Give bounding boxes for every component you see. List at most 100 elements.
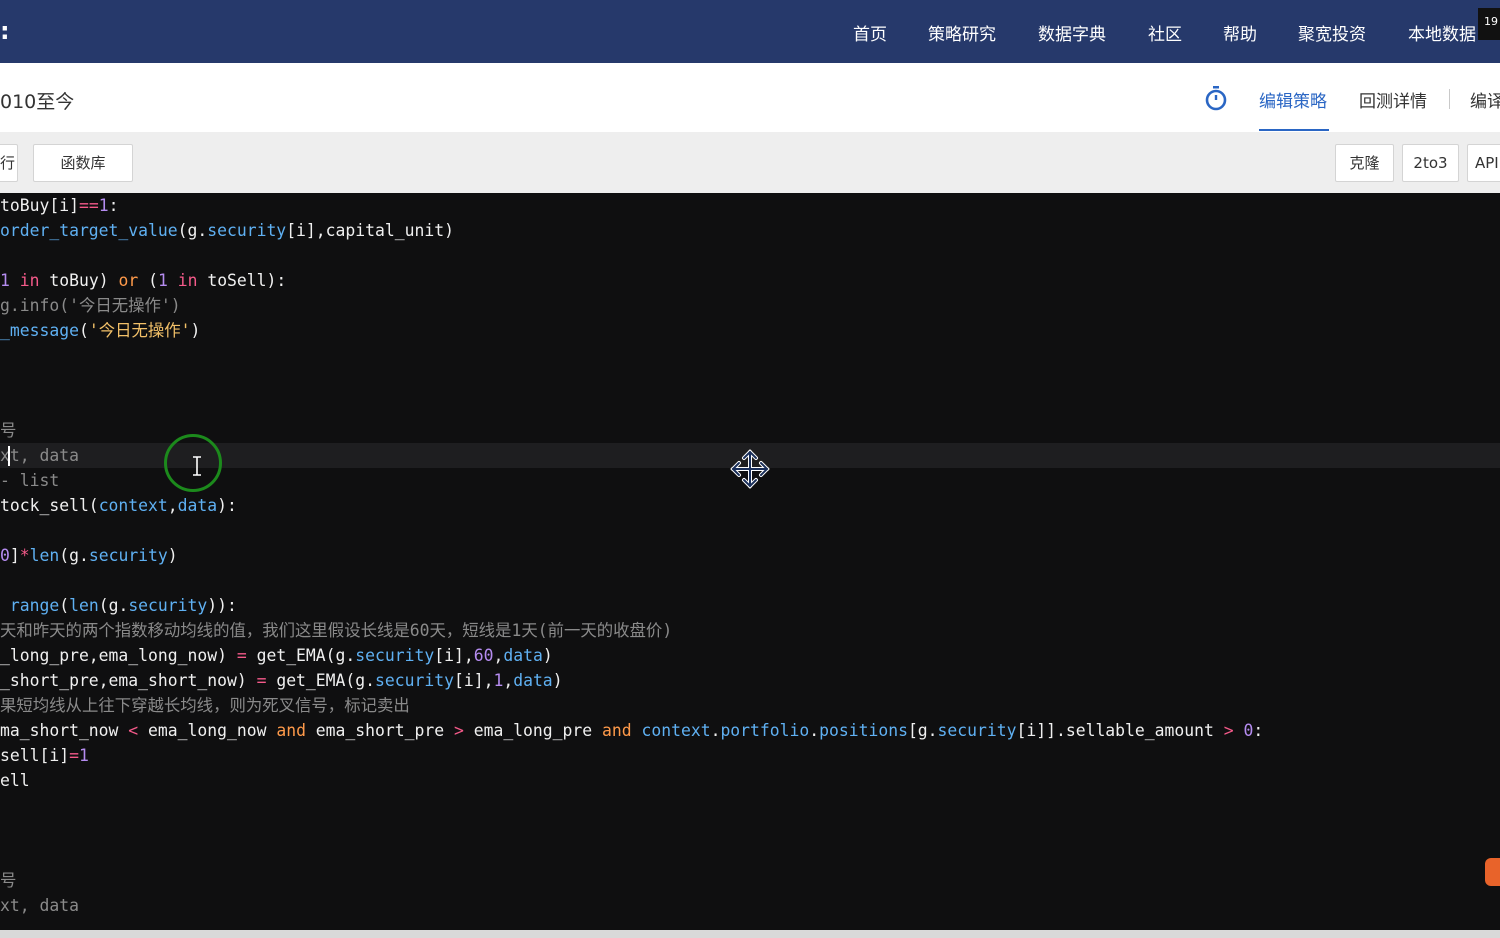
code-token: positions — [819, 721, 908, 740]
code-token: (g. — [59, 546, 89, 565]
code-token: xt, data — [0, 446, 79, 465]
logo[interactable]: : — [0, 17, 10, 45]
code-token: [i], — [453, 671, 494, 690]
code-token: : — [108, 196, 119, 215]
code-line: xt, data — [0, 443, 79, 468]
code-editor[interactable]: toBuy[i]==1: order_target_value(g.securit… — [0, 193, 1500, 930]
tab-backtest-details[interactable]: 回测详情 — [1359, 87, 1427, 112]
code-token: security — [937, 721, 1017, 740]
code-token: 1 — [157, 271, 178, 290]
code-token: ): — [217, 496, 237, 515]
code-token: ema_long_now — [138, 721, 277, 740]
code-token: security — [207, 221, 287, 240]
code-token: = — [256, 671, 267, 690]
code-line: range(len(g.security)): — [0, 593, 237, 618]
code-token: ] — [9, 546, 20, 565]
code-line: sell[i]=1 — [0, 743, 89, 768]
code-token: ( — [138, 271, 158, 290]
code-token: - list — [0, 471, 60, 490]
code-line: 天和昨天的两个指数移动均线的值，我们这里假设长线是60天，短线是1天(前一天的收… — [0, 618, 672, 643]
code-token: in — [19, 271, 40, 290]
code-token: : — [1253, 721, 1264, 740]
code-token: ell — [0, 771, 30, 790]
strategy-title: 010至今 — [0, 91, 75, 113]
code-token: ( — [78, 321, 89, 340]
api-button[interactable]: API — [1467, 144, 1500, 182]
code-token: '今日无操作' — [88, 321, 191, 340]
code-token: 0 — [1243, 721, 1254, 740]
code-token: 0 — [0, 546, 10, 565]
code-token: ) — [190, 321, 201, 340]
tab-edit-strategy[interactable]: 编辑策略 — [1259, 87, 1327, 112]
code-token: , — [503, 671, 514, 690]
clone-button[interactable]: 克隆 — [1335, 144, 1394, 182]
code-token: < — [128, 721, 139, 740]
code-line: order_target_value(g.security[i],capital… — [0, 218, 454, 243]
nav-strategy-research[interactable]: 策略研究 — [928, 20, 996, 45]
code-line: _long_pre,ema_long_now) = get_EMA(g.secu… — [0, 643, 553, 668]
nav-joinquant-invest[interactable]: 聚宽投资 — [1298, 20, 1366, 45]
code-token: == — [78, 196, 99, 215]
code-token: ) — [552, 671, 563, 690]
nav-community[interactable]: 社区 — [1148, 20, 1182, 45]
code-token: = — [69, 746, 79, 765]
code-token: sell[i] — [0, 746, 70, 765]
code-line: 号 — [0, 868, 16, 893]
code-token: and — [602, 721, 632, 740]
tab-compile[interactable]: 编译 — [1470, 87, 1500, 112]
code-token: [i],capital_unit) — [286, 221, 454, 240]
code-line: _short_pre,ema_short_now) = get_EMA(g.se… — [0, 668, 563, 693]
floating-widget-icon[interactable] — [1485, 858, 1500, 886]
text-caret — [8, 446, 10, 466]
code-token: ema_long_pre — [463, 721, 602, 740]
move-cursor-icon — [729, 448, 771, 494]
code-line: - list — [0, 468, 59, 493]
code-token: toBuy) — [39, 271, 119, 290]
code-token: ( — [59, 596, 70, 615]
code-token: range — [9, 596, 60, 615]
top-navbar: : 首页 策略研究 数据字典 社区 帮助 聚宽投资 本地数据 19 — [0, 0, 1500, 63]
code-token: in — [177, 271, 198, 290]
function-library-button[interactable]: 函数库 — [33, 144, 133, 182]
2to3-button[interactable]: 2to3 — [1402, 144, 1459, 182]
code-line: 果短均线从上往下穿越长均线，则为死叉信号，标记卖出 — [0, 693, 410, 718]
code-line: tock_sell(context,data): — [0, 493, 237, 518]
code-token: 1 — [0, 271, 20, 290]
code-token: 1 — [98, 196, 109, 215]
code-token: _message — [0, 321, 79, 340]
tab-divider — [1449, 89, 1450, 109]
code-line: _message('今日无操作') — [0, 318, 200, 343]
code-token: len — [29, 546, 60, 565]
code-token: > — [453, 721, 464, 740]
code-token: ma_short_now — [0, 721, 129, 740]
code-token: ) — [542, 646, 553, 665]
code-token: , — [167, 496, 178, 515]
run-button[interactable]: 行 — [0, 144, 18, 182]
nav-local-data[interactable]: 本地数据 — [1408, 20, 1476, 45]
code-token: portfolio — [720, 721, 810, 740]
code-line: ma_short_now < ema_long_now and ema_shor… — [0, 718, 1263, 743]
code-line: xt, data — [0, 893, 79, 918]
code-token: tock_sell( — [0, 496, 99, 515]
nav-help[interactable]: 帮助 — [1223, 20, 1257, 45]
code-token: security — [375, 671, 454, 690]
code-token: data — [177, 496, 218, 515]
nav-data-dictionary[interactable]: 数据字典 — [1038, 20, 1106, 45]
code-token: 号 — [0, 871, 17, 890]
code-token: security — [355, 646, 435, 665]
ibeam-cursor-icon — [192, 456, 202, 480]
code-token: 1 — [493, 671, 504, 690]
nav-home[interactable]: 首页 — [853, 20, 887, 45]
code-token: 60 — [473, 646, 494, 665]
timer-icon[interactable] — [1204, 85, 1228, 115]
code-token: get_EMA(g. — [266, 671, 376, 690]
code-line: toBuy[i]==1: — [0, 193, 118, 218]
code-token: 果短均线从上往下穿越长均线，则为死叉信号，标记卖出 — [0, 696, 410, 715]
code-token: order_target_value — [0, 221, 178, 240]
code-line: 1 in toBuy) or (1 in toSell): — [0, 268, 286, 293]
code-token: _long_pre,ema_long_now) — [0, 646, 237, 665]
code-token: [i], — [434, 646, 474, 665]
code-token: (g. — [177, 221, 208, 240]
